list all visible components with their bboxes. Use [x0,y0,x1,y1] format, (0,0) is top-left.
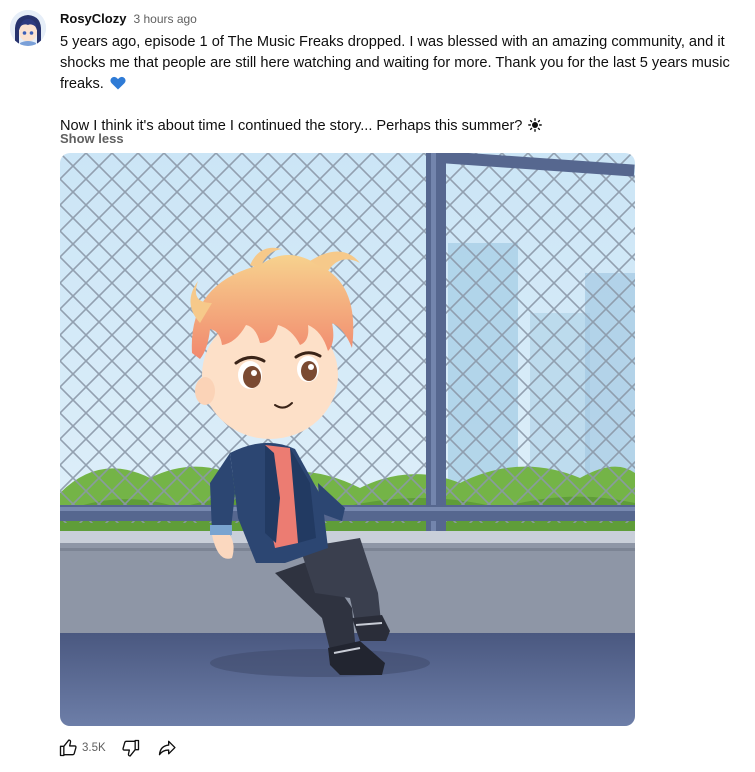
thumbs-down-icon [122,739,139,757]
author-name[interactable]: RosyClozy [60,11,126,26]
share-button[interactable] [156,737,178,759]
post-image[interactable] [60,153,635,726]
anime-character-illustration [60,153,635,726]
thumbs-up-icon [59,739,77,757]
like-count: 3.5K [82,742,106,754]
like-button[interactable] [57,737,79,759]
community-post: RosyClozy 3 hours ago 5 years ago, episo… [0,0,755,772]
sun-icon [527,118,542,132]
share-icon [158,740,176,756]
post-paragraph-1: 5 years ago, episode 1 of The Music Frea… [60,32,740,95]
post-paragraph-2-text: Now I think it's about time I continued … [60,118,523,134]
post-text: 5 years ago, episode 1 of The Music Frea… [60,32,740,137]
blue-heart-icon [110,76,126,90]
dislike-button[interactable] [120,737,142,759]
post-header: RosyClozy 3 hours ago [60,11,197,26]
avatar[interactable] [10,10,46,46]
post-timestamp[interactable]: 3 hours ago [133,12,196,26]
post-paragraph-1-text: 5 years ago, episode 1 of The Music Frea… [60,34,730,92]
show-less-button[interactable]: Show less [60,131,124,146]
post-paragraph-2: Now I think it's about time I continued … [60,116,740,137]
avatar-illustration [10,10,46,46]
post-actions: 3.5K [57,737,178,759]
